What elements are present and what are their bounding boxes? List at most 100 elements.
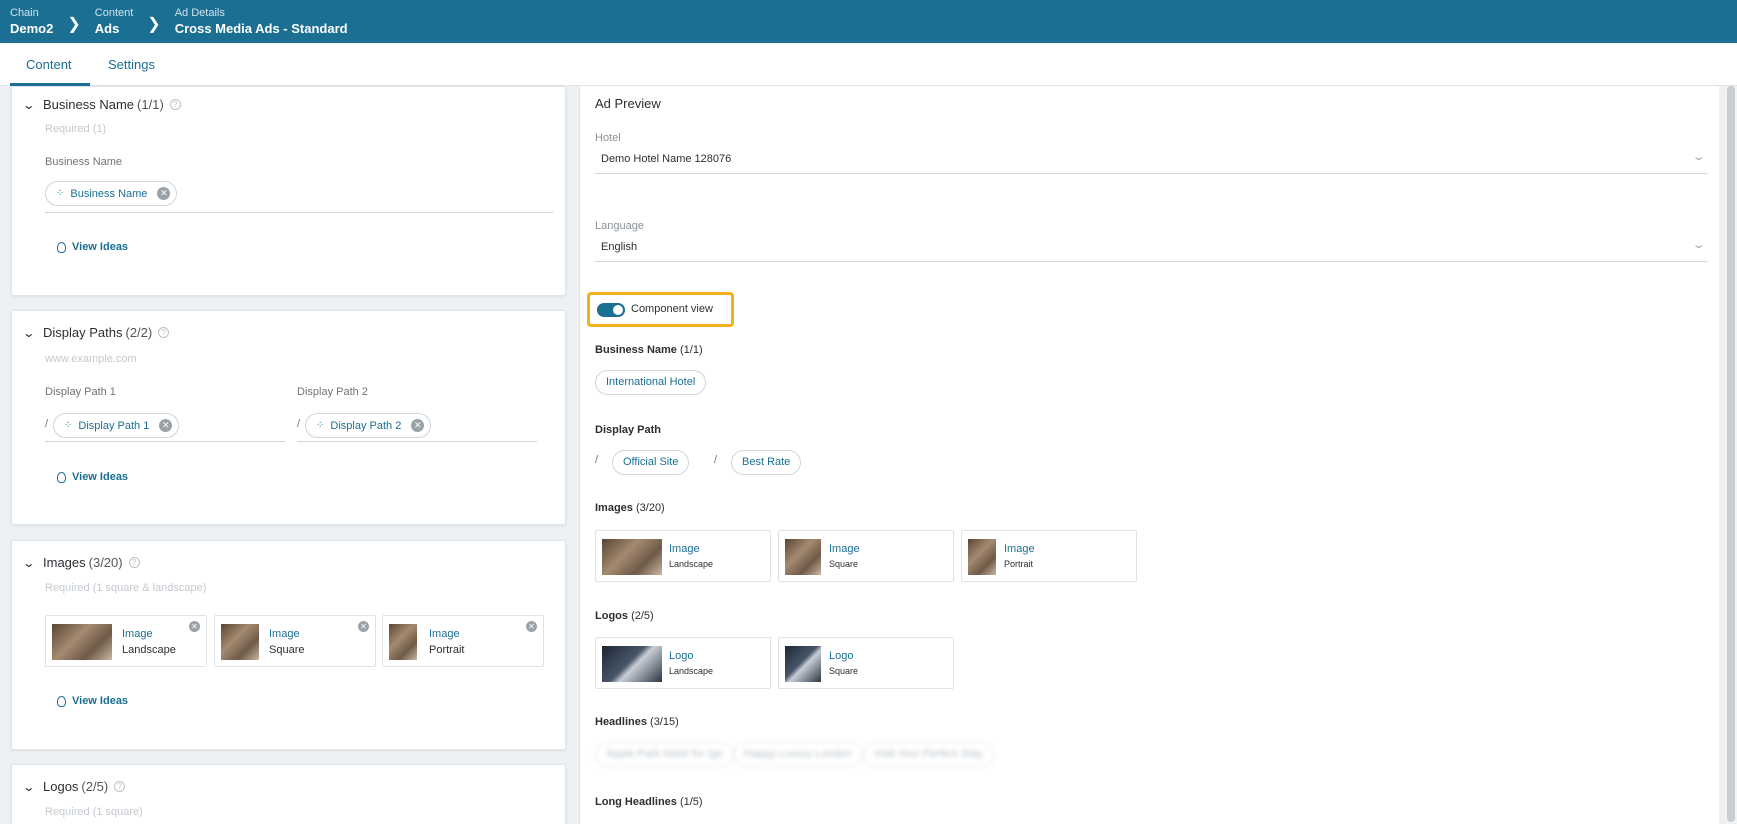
tile-type: Landscape [122, 644, 176, 656]
requirement-text: Required (1 square & landscape) [45, 582, 207, 594]
view-ideas-label: View Ideas [72, 695, 129, 707]
lightbulb-icon [57, 241, 66, 253]
business-name-header[interactable]: ⌄ Business Name (1/1) ? [22, 97, 181, 112]
section-count: (3/15) [650, 716, 679, 728]
tile-title: Image [122, 628, 153, 640]
preview-business-name-heading: Business Name (1/1) [595, 344, 703, 356]
image-tile-portrait[interactable]: Image Portrait ✕ [382, 615, 544, 667]
headline-pill: Visit Your Perfect Stay [863, 742, 994, 767]
tile-type: Portrait [1004, 559, 1034, 569]
toggle-knob [613, 305, 623, 315]
images-header[interactable]: ⌄ Images (3/20) ? [22, 555, 140, 570]
scrollbar-thumb[interactable] [1727, 86, 1735, 822]
image-thumbnail [785, 539, 821, 575]
logos-card: ⌄ Logos (2/5) ? Required (1 square) [11, 764, 566, 824]
business-name-pill: International Hotel [595, 370, 707, 395]
remove-icon[interactable]: ✕ [189, 621, 200, 632]
logo-thumbnail [602, 646, 662, 682]
logos-header[interactable]: ⌄ Logos (2/5) ? [22, 779, 126, 794]
preview-image-tile: Image Square [778, 530, 954, 582]
image-thumbnail [968, 539, 996, 575]
chevron-down-icon: ⌄ [22, 555, 36, 570]
breadcrumb-chain[interactable]: Chain Demo2 [10, 7, 53, 37]
section-count: (3/20) [635, 502, 665, 514]
section-count: (2/5) [631, 610, 654, 622]
image-thumbnail [221, 624, 259, 660]
remove-icon[interactable]: ✕ [157, 187, 171, 200]
preview-logo-tile: Logo Square [778, 637, 954, 689]
chevron-down-icon: ⌄ [22, 779, 36, 794]
field-label: Display Path 1 [45, 386, 116, 398]
chevron-down-icon: ⌄ [22, 97, 36, 112]
chip-label: Display Path 2 [330, 419, 402, 432]
chip-label: Business Name [70, 187, 148, 200]
breadcrumb-label: Chain [10, 6, 39, 19]
display-paths-header[interactable]: ⌄ Display Paths (2/2) ? [22, 325, 170, 340]
field-underline [297, 441, 537, 442]
tile-title: Logo [829, 650, 854, 662]
field-label: Business Name [45, 156, 123, 168]
scrollbar[interactable] [1725, 86, 1737, 824]
section-count: (2/5) [81, 779, 109, 794]
view-ideas-button[interactable]: View Ideas [57, 241, 128, 253]
section-title: Logos [43, 779, 79, 794]
lightbulb-icon [57, 471, 66, 483]
image-tile-landscape[interactable]: Image Landscape ✕ [45, 615, 207, 667]
section-title: Long Headlines [595, 796, 677, 808]
tile-type: Square [269, 644, 305, 656]
remove-icon[interactable]: ✕ [526, 621, 537, 632]
section-title: Business Name [43, 97, 135, 112]
tile-type: Landscape [669, 666, 714, 676]
tile-title: Image [1004, 543, 1035, 555]
chevron-right-icon: ❯ [147, 15, 161, 33]
display-path-pill: Best Rate [731, 450, 802, 475]
display-path-pill: Official Site [612, 450, 690, 475]
image-thumbnail [602, 539, 662, 575]
component-view-toggle[interactable] [597, 303, 625, 317]
view-ideas-button[interactable]: View Ideas [57, 471, 128, 483]
chevron-down-icon: ⌄ [1691, 151, 1706, 163]
tab-content[interactable]: Content [10, 43, 90, 86]
preview-headlines-heading: Headlines (3/15) [595, 716, 679, 728]
help-icon[interactable]: ? [169, 99, 181, 110]
language-select[interactable]: Language English ⌄ [595, 220, 1707, 262]
breadcrumb-value: Cross Media Ads - Standard [174, 20, 348, 36]
tile-type: Portrait [429, 644, 465, 656]
help-icon[interactable]: ? [158, 327, 170, 338]
tile-type: Square [829, 559, 859, 569]
remove-icon[interactable]: ✕ [358, 621, 369, 632]
section-count: (1/1) [680, 344, 703, 356]
headline-pill: Happy Luxury London [733, 742, 863, 767]
path-slash: / [595, 454, 599, 466]
tile-type: Square [829, 666, 859, 676]
help-icon[interactable]: ? [114, 781, 126, 792]
field-label: Display Path 2 [297, 386, 368, 398]
display-path-2-chip[interactable]: ⁘ Display Path 2 ✕ [305, 413, 432, 438]
breadcrumb-ad-details: Ad Details Cross Media Ads - Standard [175, 7, 348, 37]
section-count: (2/2) [125, 325, 153, 340]
help-icon[interactable]: ? [128, 557, 140, 568]
display-paths-card: ⌄ Display Paths (2/2) ? www.example.com … [11, 310, 566, 525]
view-ideas-label: View Ideas [72, 241, 129, 253]
example-url-text: www.example.com [45, 353, 137, 365]
business-name-chip[interactable]: ⁘ Business Name ✕ [45, 181, 178, 206]
preview-logos-heading: Logos (2/5) [595, 610, 654, 622]
asset-icon: ⁘ [64, 420, 73, 431]
remove-icon[interactable]: ✕ [159, 419, 173, 432]
lightbulb-icon [57, 695, 66, 707]
view-ideas-button[interactable]: View Ideas [57, 695, 128, 707]
requirement-text: Required (1 square) [45, 806, 143, 818]
breadcrumb-content[interactable]: Content Ads [95, 7, 134, 37]
hotel-select[interactable]: Hotel Demo Hotel Name 128076 ⌄ [595, 132, 1707, 174]
tile-title: Image [429, 628, 460, 640]
remove-icon[interactable]: ✕ [411, 419, 425, 432]
business-name-card: ⌄ Business Name (1/1) ? Required (1) Bus… [11, 86, 566, 296]
tab-settings[interactable]: Settings [92, 43, 171, 86]
logo-thumbnail [785, 646, 821, 682]
path-slash: / [45, 418, 49, 430]
display-path-1-chip[interactable]: ⁘ Display Path 1 ✕ [53, 413, 180, 438]
path-slash: / [297, 418, 301, 430]
image-tile-square[interactable]: Image Square ✕ [214, 615, 376, 667]
breadcrumb-label: Ad Details [174, 6, 225, 19]
asset-icon: ⁘ [56, 188, 65, 199]
